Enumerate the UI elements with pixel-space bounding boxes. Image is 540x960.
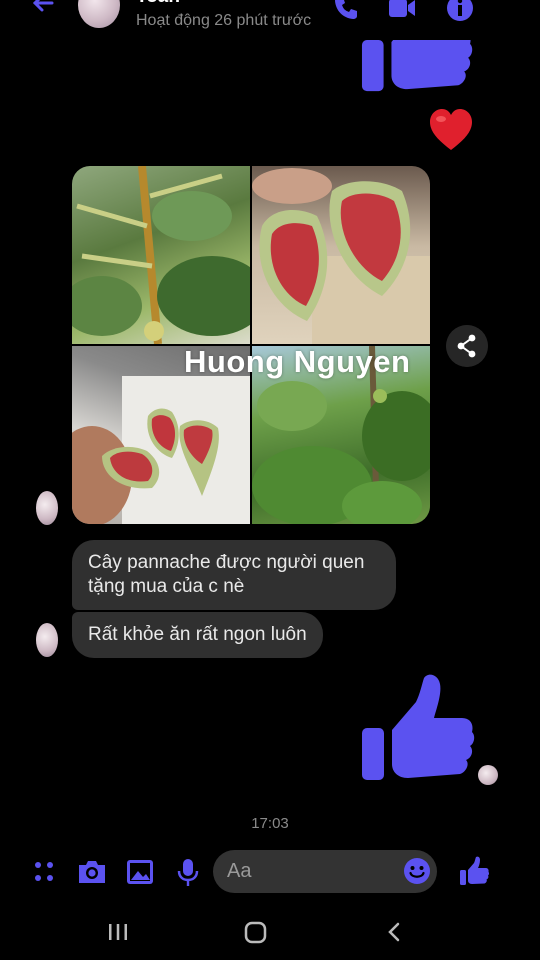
message-timestamp: 17:03	[251, 815, 289, 832]
seen-avatar	[478, 765, 498, 785]
info-icon[interactable]	[446, 0, 474, 22]
heart-reaction-icon	[430, 109, 472, 150]
photo-fig-halves[interactable]	[252, 166, 430, 344]
sender-avatar[interactable]	[36, 491, 58, 525]
message-bubble[interactable]: Cây pannache được người quen tặng mua củ…	[72, 540, 396, 610]
thumbs-up-sticker	[360, 40, 474, 96]
contact-name[interactable]: Toàn	[136, 0, 180, 8]
message-bubble[interactable]: Rất khỏe ăn rất ngon luôn	[72, 612, 323, 658]
gallery-icon[interactable]	[124, 856, 156, 888]
camera-icon[interactable]	[76, 856, 108, 888]
thumbs-up-icon[interactable]	[458, 856, 490, 888]
photo-watermark: Huong Nguyen	[184, 344, 411, 379]
mic-icon[interactable]	[172, 856, 204, 888]
video-icon[interactable]	[388, 0, 416, 22]
share-icon[interactable]	[446, 325, 488, 367]
thumbs-up-sticker	[362, 674, 475, 780]
phone-icon[interactable]	[332, 0, 360, 22]
photo-fig-tree-stem[interactable]	[72, 166, 250, 344]
recent-apps-icon[interactable]	[103, 917, 133, 947]
back-nav-icon[interactable]	[379, 917, 409, 947]
menu-dots-icon[interactable]	[30, 856, 62, 888]
sender-avatar[interactable]	[36, 623, 58, 657]
home-button-icon[interactable]	[241, 917, 271, 947]
message-input-placeholder[interactable]: Aa	[227, 860, 251, 883]
emoji-icon[interactable]	[403, 857, 431, 885]
active-status: Hoạt động 26 phút trước	[136, 12, 312, 29]
contact-avatar[interactable]	[78, 0, 120, 28]
back-arrow-icon[interactable]	[28, 0, 58, 18]
